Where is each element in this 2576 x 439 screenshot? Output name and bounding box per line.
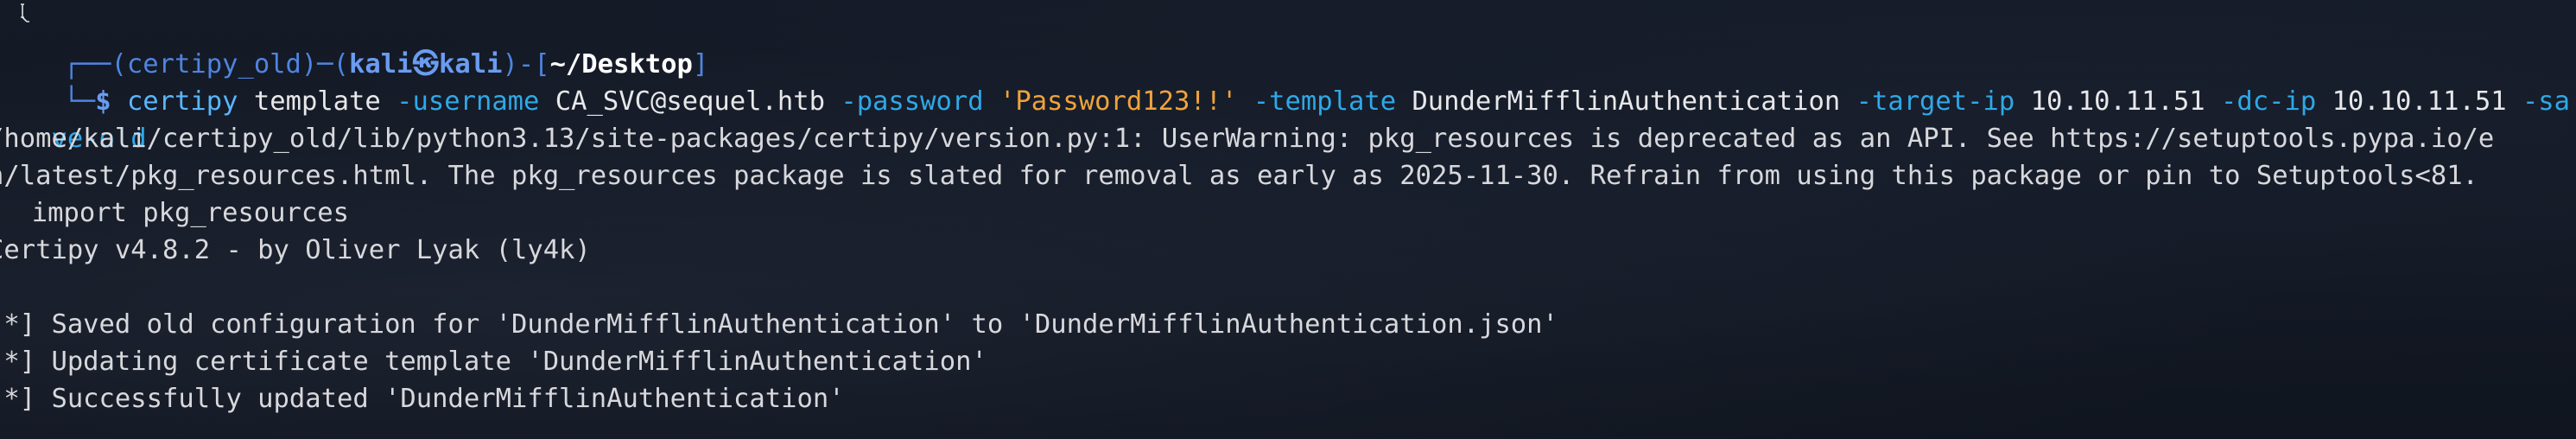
arg-password: 'Password123!!' (999, 86, 1238, 117)
flag-username: -username (397, 86, 540, 117)
command-subcommand: template (253, 86, 381, 117)
warning-line-2: n/latest/pkg_resources.html. The pkg_res… (0, 161, 2478, 191)
mouse-cursor-icon (21, 3, 29, 22)
arg-template: DunderMifflinAuthentication (1412, 86, 1841, 117)
flag-dc-ip: -dc-ip (2221, 86, 2317, 117)
flag-template: -template (1253, 86, 1397, 117)
warning-line-3: import pkg_resources (0, 198, 349, 228)
arg-username: CA_SVC@sequel.htb (555, 86, 825, 117)
certipy-banner: Certipy v4.8.2 - by Oliver Lyak (ly4k) (0, 235, 591, 265)
terminal-window[interactable]: ┌──(certipy_old)─(kali㉿kali)-[~/Desktop]… (0, 0, 2576, 439)
flag-password: -password (841, 86, 984, 117)
status-message-success: [*] Successfully updated 'DunderMifflinA… (0, 384, 845, 414)
command-line[interactable]: └─$ certipy template -username CA_SVC@se… (0, 46, 2570, 117)
command-wrap-line: ve-old (0, 83, 146, 154)
flag-save-old: -sa (2522, 86, 2571, 117)
warning-line-1: /home/kali/certipy_old/lib/python3.13/si… (0, 124, 2495, 154)
status-message-saved: [*] Saved old configuration for 'DunderM… (0, 309, 1558, 340)
arg-dc-ip: 10.10.11.51 (2332, 86, 2507, 117)
arg-target-ip: 10.10.11.51 (2030, 86, 2205, 117)
flag-target-ip: -target-ip (1856, 86, 2015, 117)
status-message-updating: [*] Updating certificate template 'Dunde… (0, 347, 987, 377)
prompt-header-line: ┌──(certipy_old)─(kali㉿kali)-[~/Desktop] (0, 3, 708, 80)
